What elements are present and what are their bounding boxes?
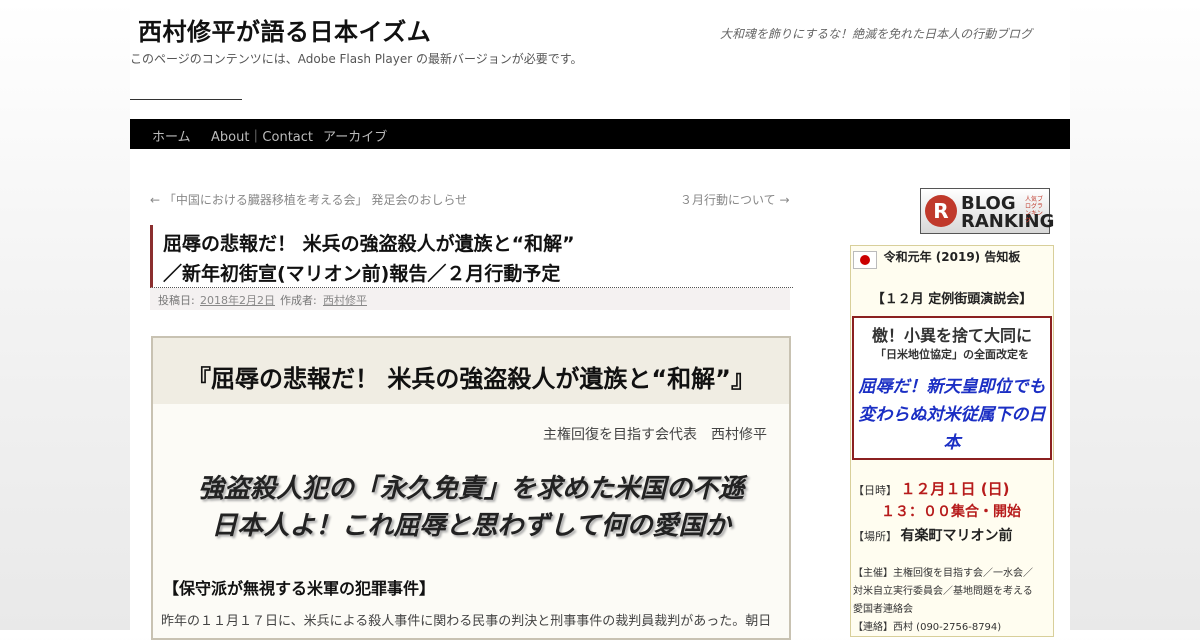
entry-title-line-1: 屈辱の悲報だ！ 米兵の強盗殺人が遺族と“和解” xyxy=(163,233,575,255)
notice-box-slogan: 屈辱だ！新天皇即位でも変わらぬ対米従属下の日本 xyxy=(858,377,1046,453)
organizer-line-3: 愛国者連絡会 xyxy=(853,604,913,615)
site-description: 大和魂を飾りにするな！絶滅を免れた日本人の行動ブログ xyxy=(720,27,1033,41)
notice-place-row: 【場所】 有楽町マリオン前 xyxy=(853,525,1013,545)
ranking-small-text: 人気ブログランキング xyxy=(1025,196,1044,224)
blog-ranking-badge[interactable]: R BLOG RANKING 人気ブログランキング xyxy=(920,188,1054,234)
organizer-line-2: 対米自立実行委員会／基地問題を考える xyxy=(853,586,1033,597)
menu-item-archive[interactable]: アーカイブ xyxy=(323,126,387,145)
section-heading: 【保守派が無視する米軍の犯罪事件】 xyxy=(163,579,436,598)
date-label: 【日時】 xyxy=(853,484,897,497)
entry-meta: 投稿日: 2018年2月2日 作成者: 西村修平 xyxy=(150,288,790,310)
page-container: 西村修平が語る日本イズム 大和魂を飾りにするな！絶滅を免れた日本人の行動ブログ … xyxy=(130,0,1070,640)
next-post-link[interactable]: ３月行動について → xyxy=(680,191,790,208)
entry-title-block: 屈辱の悲報だ！ 米兵の強盗殺人が遺族と“和解” ／新年初街宣(マリオン前)報告／… xyxy=(150,225,793,288)
notice-title: 令和元年 (2019) 告知板 xyxy=(883,250,1021,264)
place-label: 【場所】 xyxy=(853,530,897,543)
notice-box-subheading: 「日米地位協定」の全面改定を xyxy=(875,348,1029,361)
ranking-logo-icon: R xyxy=(925,195,957,227)
article-headline: 『屈辱の悲報だ！ 米兵の強盗殺人が遺族と“和解”』 xyxy=(187,365,755,393)
article-paragraph: 昨年の１１月１７日に、米兵による殺人事件に関わる民事の判決と刑事事件の裁判員裁判… xyxy=(161,614,772,629)
notice-subtitle: 【１２月 定例街頭演説会】 xyxy=(871,292,1033,307)
entry-title: 屈辱の悲報だ！ 米兵の強盗殺人が遺族と“和解” ／新年初街宣(マリオン前)報告／… xyxy=(163,229,575,289)
place-value: 有楽町マリオン前 xyxy=(900,528,1013,544)
notice-board-widget: 令和元年 (2019) 告知板 【１２月 定例街頭演説会】 檄！小異を捨て大同に… xyxy=(850,245,1054,637)
article-body: 『屈辱の悲報だ！ 米兵の強盗殺人が遺族と“和解”』 主権回復を目指す会代表 西村… xyxy=(151,336,791,640)
post-date-link[interactable]: 2018年2月2日 xyxy=(200,292,275,308)
article-lead-line-1: 強盗殺人犯の「永久免責」を求めた米国の不遜 xyxy=(197,474,744,504)
author-label: 作成者: xyxy=(280,294,317,307)
notice-highlight-box: 檄！小異を捨て大同に 「日米地位協定」の全面改定を 屈辱だ！新天皇即位でも変わら… xyxy=(852,316,1052,460)
main-menu: ホーム About｜Contact アーカイブ xyxy=(130,119,1070,149)
entry-title-line-2: ／新年初街宣(マリオン前)報告／２月行動予定 xyxy=(163,263,561,285)
previous-post-link[interactable]: ← 「中国における臓器移植を考える会」 発足会のおしらせ xyxy=(150,191,467,208)
header-divider xyxy=(130,99,242,100)
organizer-line-1: 【主催】主権回復を目指す会／一水会／ xyxy=(853,568,1033,579)
contact-line: 【連絡】西村 (090-2756-8794) xyxy=(853,622,1002,633)
site-title[interactable]: 西村修平が語る日本イズム xyxy=(138,12,431,47)
date-value: １２月１日 (日) xyxy=(900,480,1010,498)
author-link[interactable]: 西村修平 xyxy=(323,292,367,308)
article-lead-line-2: 日本人よ！これ屈辱と思わずして何の愛国か xyxy=(211,511,731,541)
flash-notice: このページのコンテンツには、Adobe Flash Player の最新バージョ… xyxy=(130,52,583,66)
menu-item-about-contact[interactable]: About｜Contact xyxy=(211,126,313,145)
menu-item-home[interactable]: ホーム xyxy=(152,126,191,145)
article-headline-band: 『屈辱の悲報だ！ 米兵の強盗殺人が遺族と“和解”』 xyxy=(153,338,789,404)
article-byline: 主権回復を目指す会代表 西村修平 xyxy=(543,427,767,443)
notice-date-row: 【日時】 １２月１日 (日) xyxy=(853,478,1009,499)
notice-time-row: １３：００集合・開始 xyxy=(881,501,1021,521)
notice-box-heading: 檄！小異を捨て大同に xyxy=(871,326,1032,345)
posted-on-label: 投稿日: xyxy=(158,294,195,307)
time-value: １３：００集合・開始 xyxy=(881,504,1021,520)
